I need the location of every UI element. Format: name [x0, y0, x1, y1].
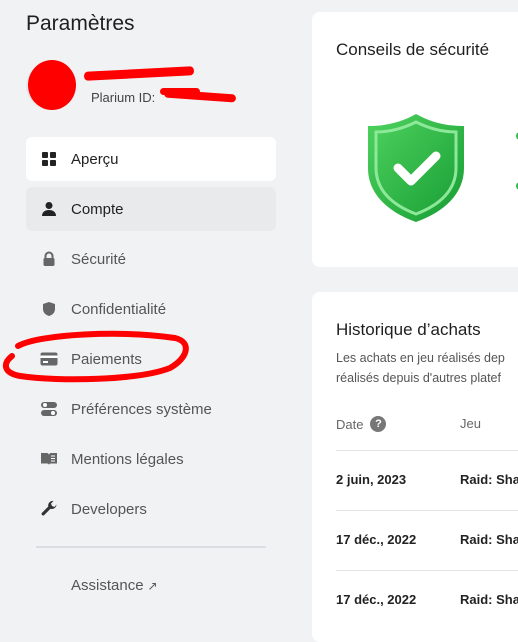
purchase-history-card: Historique d’achats Les achats en jeu ré…: [312, 292, 518, 642]
sidebar-item-securite[interactable]: Sécurité: [26, 237, 276, 281]
sidebar-item-label: Confidentialité: [71, 300, 167, 318]
assistance-link[interactable]: Assistance ↗: [71, 577, 158, 594]
row-divider: [336, 450, 518, 451]
row-game: Raid: Sha: [460, 592, 518, 607]
sidebar-item-label: Compte: [71, 200, 124, 218]
sidebar-item-label: Developers: [71, 500, 147, 518]
sidebar-item-preferences[interactable]: Préférences système: [26, 387, 276, 431]
column-header-game: Jeu: [460, 416, 481, 431]
column-header-game-label: Jeu: [460, 416, 481, 431]
external-link-icon: ↗: [147, 579, 158, 593]
sidebar-divider: [36, 546, 266, 548]
redaction-id-2: [163, 89, 237, 103]
sidebar-item-mentions[interactable]: Mentions légales: [26, 437, 276, 481]
help-icon[interactable]: ?: [370, 416, 387, 432]
shield-icon: [40, 300, 58, 318]
sidebar-item-paiements[interactable]: Paiements: [26, 337, 276, 381]
plarium-id-label: Plarium ID:: [91, 90, 156, 105]
row-game: Raid: Sha: [460, 532, 518, 547]
sidebar-item-confidentialite[interactable]: Confidentialité: [26, 287, 276, 331]
security-card-title: Conseils de sécurité: [336, 40, 490, 59]
row-date: 17 déc., 2022: [336, 532, 417, 547]
row-divider: [336, 510, 518, 511]
sidebar-item-label: Préférences système: [71, 400, 212, 418]
person-icon: [40, 200, 58, 218]
assistance-label: Assistance: [71, 577, 144, 594]
sidebar-item-compte[interactable]: Compte: [26, 187, 276, 231]
toggles-icon: [40, 400, 58, 418]
row-date: 17 déc., 2022: [336, 592, 417, 607]
purchase-description: Les achats en jeu réalisés dep réalisés …: [336, 348, 505, 388]
sidebar-item-label: Aperçu: [71, 150, 119, 168]
description-line: réalisés depuis d'autres platef: [336, 371, 501, 385]
purchase-history-title: Historique d’achats: [336, 320, 481, 339]
sidebar-title: Paramètres: [26, 12, 135, 35]
credit-card-icon: [40, 350, 58, 368]
grid-icon: [40, 150, 58, 168]
redaction-avatar: [28, 60, 76, 110]
sidebar-item-developers[interactable]: Developers: [26, 487, 276, 531]
sidebar-item-label: Paiements: [71, 350, 142, 368]
wrench-icon: [40, 500, 58, 518]
column-header-date-label: Date: [336, 416, 364, 432]
redaction-username: [83, 66, 195, 81]
row-divider: [336, 570, 518, 571]
column-header-date: Date ?: [336, 416, 387, 432]
row-game: Raid: Sha: [460, 472, 518, 487]
shield-check-icon: [368, 114, 464, 222]
sidebar-item-label: Sécurité: [71, 250, 127, 268]
book-icon: [40, 450, 58, 468]
row-date: 2 juin, 2023: [336, 472, 407, 487]
description-line: Les achats en jeu réalisés dep: [336, 351, 505, 365]
sidebar-item-apercu[interactable]: Aperçu: [26, 137, 276, 181]
sidebar-item-label: Mentions légales: [71, 450, 184, 468]
lock-icon: [40, 250, 58, 268]
security-card: Conseils de sécurité: [312, 12, 518, 267]
